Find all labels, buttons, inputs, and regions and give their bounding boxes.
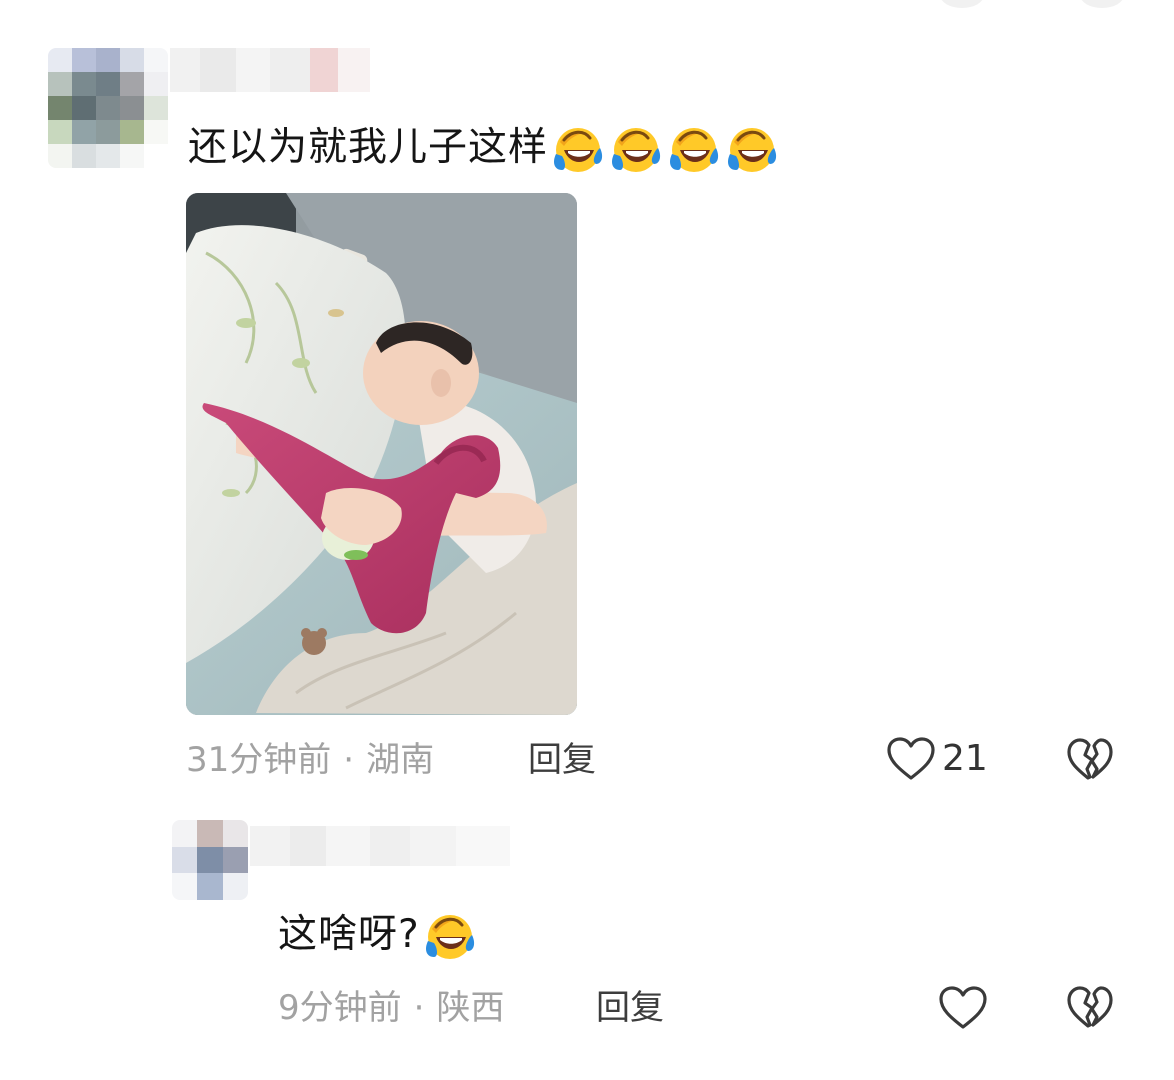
reply-button[interactable]: 回复 (596, 988, 664, 1028)
laughing-crying-emoji (554, 128, 603, 172)
emoji-group (548, 120, 780, 176)
comment-body: 还以为就我儿子这样 (188, 125, 549, 170)
laughing-crying-emoji (425, 915, 474, 959)
username-blurred[interactable] (170, 48, 370, 92)
laughing-crying-emoji (670, 128, 719, 172)
heart-outline-icon (939, 986, 987, 1029)
user-avatar-blurred[interactable] (172, 820, 248, 900)
comment-text-1: 还以为就我儿子这样 (188, 120, 780, 176)
broken-heart-icon (1067, 738, 1113, 780)
meta-separator: · (343, 740, 355, 780)
top-partial-icon-left (940, 0, 984, 8)
like-button[interactable]: 21 (886, 736, 988, 782)
comment-meta-1: 31分钟前 · 湖南 (186, 740, 434, 780)
username-blurred[interactable] (250, 826, 510, 866)
comment-meta-2: 9分钟前 · 陕西 (278, 988, 504, 1028)
dislike-button[interactable] (1066, 985, 1114, 1035)
broken-heart-icon (1067, 986, 1113, 1028)
top-partial-icon-right (1080, 0, 1124, 8)
comment-text-2: 这啥呀? (278, 907, 478, 963)
dislike-button[interactable] (1066, 737, 1114, 787)
user-avatar-blurred[interactable] (48, 48, 168, 168)
comment-location: 陕西 (436, 988, 505, 1028)
meta-separator: · (413, 988, 425, 1028)
comment-time: 9分钟前 (278, 988, 402, 1028)
attached-photo[interactable] (186, 193, 577, 715)
like-count: 21 (942, 738, 988, 779)
reply-button[interactable]: 回复 (528, 740, 596, 780)
heart-outline-icon (887, 737, 935, 780)
comment-time: 31分钟前 (186, 740, 332, 780)
laughing-crying-emoji (612, 128, 661, 172)
comment-location: 湖南 (366, 740, 435, 780)
like-button[interactable] (938, 985, 988, 1035)
sleeping-baby-photo (186, 193, 577, 715)
laughing-crying-emoji (728, 128, 777, 172)
emoji-group (420, 907, 478, 963)
comment-body: 这啥呀? (278, 912, 420, 957)
